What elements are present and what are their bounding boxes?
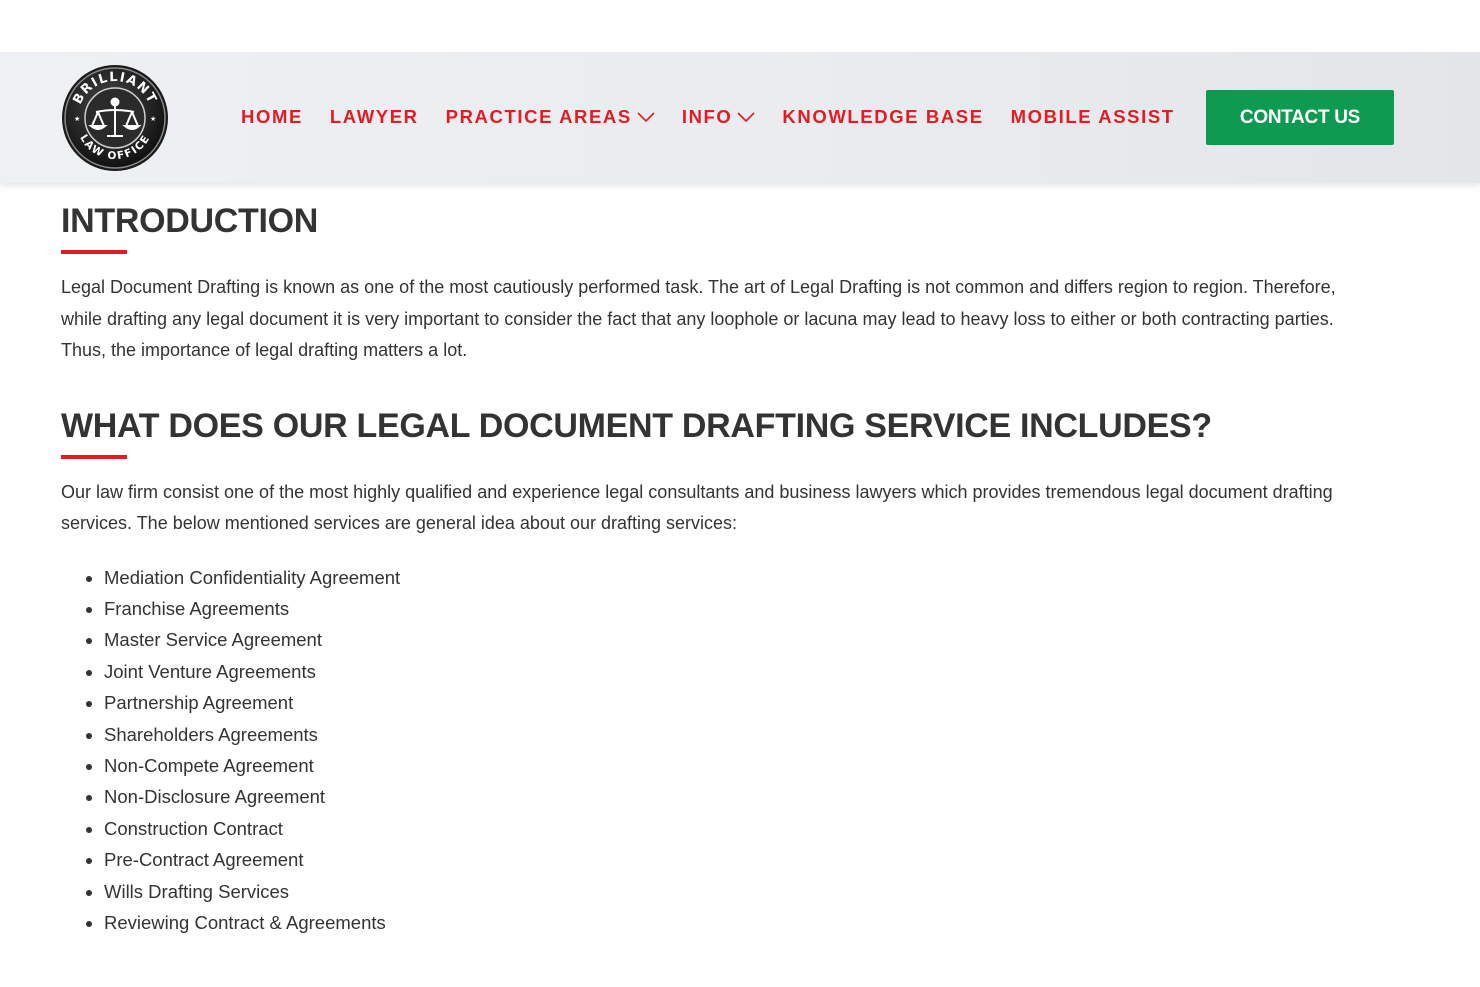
nav-lawyer-label: LAWYER — [329, 106, 419, 127]
svg-text:★: ★ — [150, 115, 156, 123]
site-header: BRILLIANT LAW OFFICE ★ ★ HOME LAWYER PRA… — [0, 52, 1480, 183]
nav-knowledge-base[interactable]: KNOWLEDGE BASE — [782, 106, 983, 128]
list-item: Non-Disclosure Agreement — [104, 781, 1381, 812]
nav-mobile-assist-label: MOBILE ASSIST — [1010, 106, 1175, 127]
nav-knowledge-base-label: KNOWLEDGE BASE — [782, 106, 984, 127]
brilliant-law-office-logo[interactable]: BRILLIANT LAW OFFICE ★ ★ — [60, 64, 170, 172]
svg-text:★: ★ — [74, 115, 80, 123]
services-list: Mediation Confidentiality Agreement Fran… — [61, 562, 1381, 939]
main-nav: HOME LAWYER PRACTICE AREAS INFO KNOWLEDG… — [241, 104, 1202, 130]
list-item: Pre-Contract Agreement — [104, 844, 1381, 875]
list-item: Non-Compete Agreement — [104, 750, 1381, 781]
services-heading: WHAT DOES OUR LEGAL DOCUMENT DRAFTING SE… — [61, 406, 1212, 445]
chevron-down-icon — [637, 112, 655, 123]
list-item: Joint Venture Agreements — [104, 656, 1381, 687]
services-text: Our law firm consist one of the most hig… — [61, 481, 1333, 534]
chevron-down-icon — [737, 112, 755, 123]
introduction-heading: INTRODUCTION — [61, 202, 319, 240]
nav-home-label: HOME — [241, 106, 303, 127]
introduction-section: INTRODUCTION Legal Document Drafting is … — [61, 198, 1381, 367]
contact-us-button[interactable]: CONTACT US — [1206, 90, 1394, 145]
services-section: WHAT DOES OUR LEGAL DOCUMENT DRAFTING SE… — [61, 403, 1381, 939]
main-content: INTRODUCTION Legal Document Drafting is … — [61, 198, 1381, 938]
list-item: Reviewing Contract & Agreements — [104, 907, 1381, 938]
heading-underline — [61, 454, 127, 459]
list-item: Partnership Agreement — [104, 687, 1381, 718]
nav-practice-areas-label: PRACTICE AREAS — [445, 106, 632, 127]
introduction-text: Legal Document Drafting is known as one … — [61, 277, 1336, 360]
list-item: Master Service Agreement — [104, 624, 1381, 655]
nav-practice-areas[interactable]: PRACTICE AREAS — [446, 106, 655, 128]
list-item: Wills Drafting Services — [104, 876, 1381, 907]
nav-home[interactable]: HOME — [241, 106, 303, 128]
nav-lawyer[interactable]: LAWYER — [330, 106, 419, 128]
list-item: Shareholders Agreements — [104, 719, 1381, 750]
nav-mobile-assist[interactable]: MOBILE ASSIST — [1011, 106, 1175, 128]
list-item: Mediation Confidentiality Agreement — [104, 562, 1381, 593]
list-item: Franchise Agreements — [104, 593, 1381, 624]
nav-info-label: INFO — [681, 106, 733, 127]
list-item: Construction Contract — [104, 813, 1381, 844]
heading-underline — [61, 250, 127, 254]
nav-info[interactable]: INFO — [682, 106, 756, 128]
